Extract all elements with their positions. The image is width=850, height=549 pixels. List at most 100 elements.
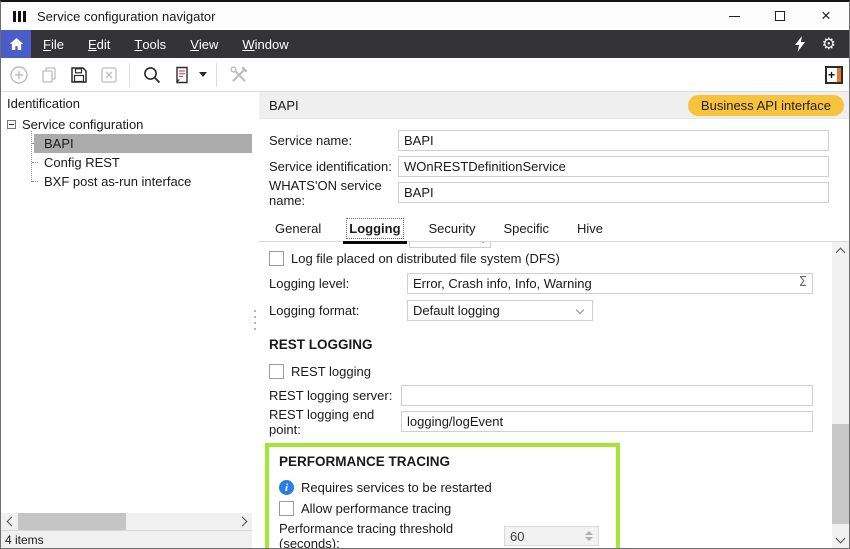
tools-icon <box>229 65 249 85</box>
rest-logging-checkbox-row: REST logging <box>269 364 813 379</box>
service-name-input[interactable] <box>398 130 829 151</box>
logging-level-input[interactable] <box>407 273 813 294</box>
chevron-right-icon <box>237 517 247 527</box>
panel-splitter[interactable] <box>252 92 259 548</box>
lightning-bolt-icon[interactable] <box>794 36 806 52</box>
copy-button[interactable] <box>35 61 63 89</box>
save-button[interactable] <box>65 61 93 89</box>
toolbar-separator <box>129 63 130 87</box>
search-icon <box>142 65 162 85</box>
tree-item-bxf-post-as-run[interactable]: BXF post as-run interface <box>34 172 252 191</box>
menu-file[interactable]: File <box>31 30 76 58</box>
service-tree: Service configuration BAPI Config REST B… <box>1 115 252 513</box>
maximize-button[interactable] <box>757 2 803 30</box>
logging-format-row: Logging format: Default logging <box>269 300 813 321</box>
tab-hive[interactable]: Hive <box>575 219 605 238</box>
tools-button[interactable] <box>225 61 253 89</box>
whatson-service-name-label: WHATS'ON service name: <box>269 178 398 208</box>
service-name-label: Service name: <box>269 133 398 148</box>
allow-performance-tracing-label: Allow performance tracing <box>301 501 451 516</box>
add-button[interactable] <box>5 61 33 89</box>
tree-item-config-rest[interactable]: Config REST <box>34 153 252 172</box>
report-dropdown-button[interactable] <box>196 61 210 89</box>
rest-logging-checkbox-label: REST logging <box>291 364 371 379</box>
form-row: Service name: <box>269 130 829 151</box>
menu-edit[interactable]: Edit <box>76 30 122 58</box>
delete-button[interactable] <box>95 61 123 89</box>
minimize-icon <box>729 16 740 17</box>
form-row: Service identification: <box>269 156 829 177</box>
dropdown-caret-icon <box>199 72 207 77</box>
app-window: Service configuration navigator × File E… <box>0 0 850 549</box>
tree-collapse-icon[interactable] <box>7 120 16 129</box>
copy-icon <box>39 65 59 85</box>
sigma-summary-icon[interactable]: Σ <box>799 275 807 290</box>
search-button[interactable] <box>138 61 166 89</box>
logging-tab-content: Log file placed on distributed file syst… <box>259 242 849 548</box>
toolbar: + <box>1 58 849 92</box>
whatson-service-name-input[interactable] <box>398 182 829 203</box>
maximize-icon <box>775 11 785 21</box>
window-controls: × <box>711 2 849 30</box>
tab-specific[interactable]: Specific <box>501 219 551 238</box>
menu-tools[interactable]: Tools <box>122 30 178 58</box>
service-type-badge: Business API interface <box>688 95 844 116</box>
tree-root-service-configuration[interactable]: Service configuration <box>1 115 252 134</box>
chevron-down-icon <box>836 533 846 543</box>
tab-logging[interactable]: Logging <box>347 219 402 238</box>
rest-logging-section-header: REST LOGGING <box>269 337 813 352</box>
horizontal-scrollbar[interactable] <box>1 513 252 530</box>
scroll-left-button[interactable] <box>1 513 18 530</box>
logging-format-label: Logging format: <box>269 303 407 318</box>
rest-logging-server-row: REST logging server: <box>269 385 813 406</box>
threshold-spinner[interactable]: 60 <box>504 526 599 546</box>
tab-security[interactable]: Security <box>427 219 478 238</box>
rest-logging-server-input[interactable] <box>401 385 813 406</box>
performance-tracing-section-header: PERFORMANCE TRACING <box>279 454 606 469</box>
horizontal-scrollbar-thumb[interactable] <box>18 513 126 530</box>
close-button[interactable]: × <box>803 2 849 30</box>
performance-tracing-highlight-box: PERFORMANCE TRACING i Requires services … <box>265 443 620 548</box>
delete-icon <box>99 65 119 85</box>
detail-title: BAPI <box>269 98 299 113</box>
chevron-up-icon <box>836 247 846 257</box>
rest-logging-endpoint-input[interactable] <box>401 411 813 432</box>
scroll-down-button[interactable] <box>832 531 849 548</box>
dfs-checkbox-label: Log file placed on distributed file syst… <box>291 251 560 266</box>
menu-bar-right: ⚙ <box>794 30 849 58</box>
tab-general[interactable]: General <box>273 219 323 238</box>
logging-format-select[interactable]: Default logging <box>407 300 593 321</box>
app-logo-icon <box>10 7 28 25</box>
menu-window[interactable]: Window <box>230 30 300 58</box>
splitter-grip-icon <box>254 310 256 334</box>
tab-bar: General Logging Security Specific Hive <box>259 216 849 242</box>
rest-logging-checkbox[interactable] <box>269 364 284 379</box>
rest-logging-server-label: REST logging server: <box>269 388 401 403</box>
title-bar: Service configuration navigator × <box>1 2 849 30</box>
dfs-checkbox[interactable] <box>269 251 284 266</box>
tree-item-bapi[interactable]: BAPI <box>34 134 252 153</box>
home-button[interactable] <box>1 30 31 58</box>
add-panel-orange-bar <box>837 68 841 82</box>
clipped-combobox[interactable] <box>409 242 491 248</box>
restart-info-row: i Requires services to be restarted <box>279 480 606 495</box>
vertical-scrollbar-thumb[interactable] <box>832 424 849 524</box>
add-panel-plus-icon: + <box>828 68 835 82</box>
menu-bar: File Edit Tools View Window ⚙ <box>1 30 849 58</box>
service-identification-label: Service identification: <box>269 159 398 174</box>
chevron-down-icon <box>479 242 487 243</box>
allow-performance-tracing-row: Allow performance tracing <box>279 501 606 516</box>
vertical-scrollbar[interactable] <box>832 242 849 548</box>
scroll-right-button[interactable] <box>235 513 252 530</box>
gear-icon[interactable]: ⚙ <box>822 36 836 52</box>
window-title: Service configuration navigator <box>37 9 216 24</box>
add-panel-button[interactable]: + <box>825 66 843 84</box>
spinner-down-icon[interactable] <box>585 537 593 541</box>
spinner-up-icon[interactable] <box>585 531 593 535</box>
service-identification-input[interactable] <box>398 156 829 177</box>
menu-view[interactable]: View <box>178 30 230 58</box>
minimize-button[interactable] <box>711 2 757 30</box>
report-button[interactable] <box>168 61 196 89</box>
allow-performance-tracing-checkbox[interactable] <box>279 501 294 516</box>
scroll-up-button[interactable] <box>832 242 849 259</box>
